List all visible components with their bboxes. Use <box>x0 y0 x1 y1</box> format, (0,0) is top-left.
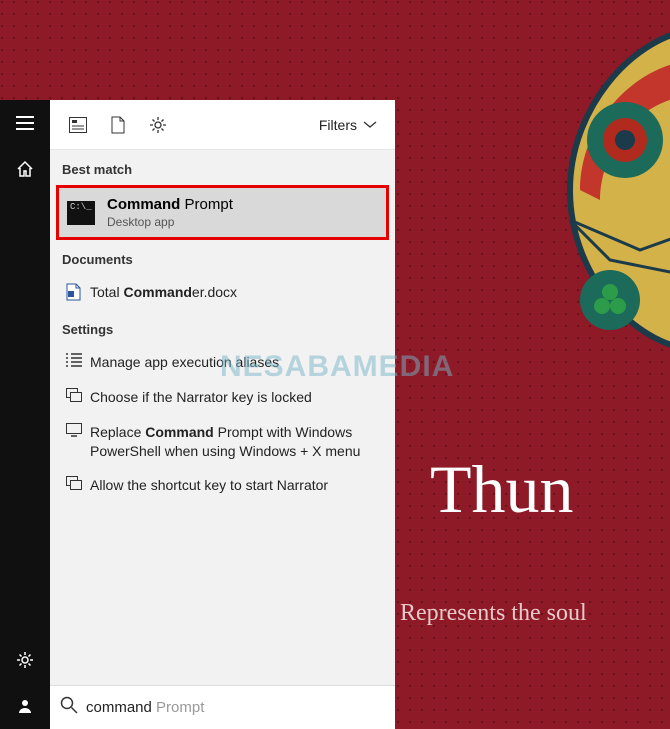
section-settings-label: Settings <box>50 310 395 345</box>
hamburger-icon <box>16 116 34 130</box>
overlay-icon <box>62 388 86 402</box>
setting-result-aliases[interactable]: Manage app execution aliases <box>54 345 391 380</box>
search-input[interactable]: command Prompt <box>86 699 385 716</box>
best-match-subtitle: Desktop app <box>107 215 233 229</box>
setting-result-replace-cmd[interactable]: Replace Command Prompt with Windows Powe… <box>54 415 391 469</box>
home-button[interactable] <box>0 146 50 192</box>
best-match-result[interactable]: C:\_ Command Prompt Desktop app <box>56 185 389 240</box>
start-sidebar <box>0 100 50 729</box>
settings-button[interactable] <box>0 637 50 683</box>
search-bar[interactable]: command Prompt <box>50 685 395 729</box>
document-result-text: Total Commander.docx <box>90 283 383 302</box>
search-results-panel: Filters Best match C:\_ Command Prompt D… <box>50 100 395 729</box>
wallpaper-title: Thun <box>430 450 574 529</box>
home-icon <box>16 160 34 178</box>
eagle-ornament <box>510 0 670 380</box>
setting-result-text: Choose if the Narrator key is locked <box>90 388 383 407</box>
document-result[interactable]: Total Commander.docx <box>54 275 391 310</box>
wallpaper-subtitle: Represents the soul <box>400 600 587 627</box>
apps-scope-icon <box>69 117 87 133</box>
scope-apps-button[interactable] <box>58 100 98 150</box>
setting-result-narrator-shortcut[interactable]: Allow the shortcut key to start Narrator <box>54 468 391 503</box>
settings-scope-icon <box>149 116 167 134</box>
section-best-match-label: Best match <box>50 150 395 185</box>
gear-icon <box>16 651 34 669</box>
chevron-down-icon <box>363 121 377 129</box>
panel-header: Filters <box>50 100 395 150</box>
person-icon <box>17 698 33 714</box>
setting-result-narrator-lock[interactable]: Choose if the Narrator key is locked <box>54 380 391 415</box>
scope-settings-button[interactable] <box>138 100 178 150</box>
hamburger-button[interactable] <box>0 100 50 146</box>
cmd-icon: C:\_ <box>67 201 95 225</box>
section-documents-label: Documents <box>50 240 395 275</box>
setting-result-text: Allow the shortcut key to start Narrator <box>90 476 383 495</box>
account-button[interactable] <box>0 683 50 729</box>
list-icon <box>62 353 86 367</box>
document-scope-icon <box>111 116 125 134</box>
wallpaper-art: Thun Represents the soul <box>400 0 670 729</box>
search-icon <box>60 696 78 719</box>
filters-label: Filters <box>319 117 357 133</box>
panel-body: Best match C:\_ Command Prompt Desktop a… <box>50 150 395 685</box>
setting-result-text: Manage app execution aliases <box>90 353 383 372</box>
docx-icon <box>62 283 86 301</box>
scope-documents-button[interactable] <box>98 100 138 150</box>
filters-button[interactable]: Filters <box>309 111 387 139</box>
setting-result-text: Replace Command Prompt with Windows Powe… <box>90 423 383 461</box>
monitor-icon <box>62 423 86 437</box>
best-match-title: Command Prompt <box>107 196 233 213</box>
overlay-icon <box>62 476 86 490</box>
